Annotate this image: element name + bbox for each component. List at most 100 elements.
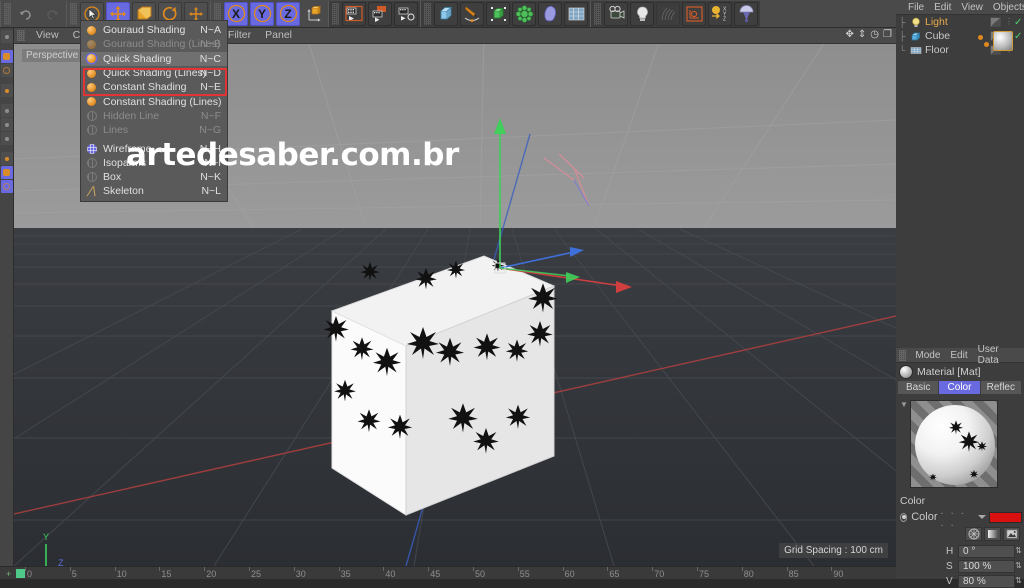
motion-system-icon[interactable] — [682, 1, 706, 26]
tool-viewport-solo-icon[interactable] — [0, 180, 13, 193]
axis-lock-y-button[interactable]: Y — [250, 1, 274, 26]
menu-item-hidden-line[interactable]: Hidden Line N~F — [81, 109, 227, 123]
gradient-icon[interactable] — [984, 527, 1001, 541]
timeline-tick-label: 10 — [116, 569, 127, 579]
color-radio-button[interactable] — [900, 512, 908, 522]
viewport-menu-view[interactable]: View — [29, 28, 66, 43]
cube-primitive-icon[interactable] — [434, 1, 458, 26]
timeline-playhead[interactable] — [16, 569, 25, 578]
object-axis-icon[interactable] — [302, 2, 326, 26]
image-icon[interactable] — [1003, 527, 1020, 541]
viewport-menu-panel[interactable]: Panel — [258, 28, 299, 43]
tool-model-mode-icon[interactable] — [0, 50, 13, 63]
toolbar-grip[interactable] — [332, 2, 339, 25]
light-icon[interactable] — [630, 1, 654, 26]
menu-item-quick-shading[interactable]: Quick Shading N~C — [81, 51, 227, 66]
tool-texture-mode-icon[interactable] — [0, 84, 13, 97]
menu-item-gouraud-shading-lines[interactable]: Gouraud Shading (Lines) N~B — [81, 37, 227, 51]
timeline-add-key-icon[interactable]: + — [6, 569, 11, 579]
stepper-icon[interactable]: ⇅ — [1015, 547, 1022, 555]
toolbar-grip[interactable] — [594, 2, 601, 25]
shaded-sphere-icon — [85, 24, 98, 37]
timeline-tick — [786, 567, 788, 571]
axis-lock-z-button[interactable]: Z — [276, 1, 300, 26]
tool-point-icon[interactable] — [0, 104, 13, 117]
tool-object-mode-icon[interactable] — [0, 64, 13, 77]
watermark-text: artedesaber.com.br — [126, 137, 459, 173]
menu-item-constant-shading[interactable]: Constant Shading N~E — [81, 80, 227, 94]
hue-input[interactable]: 0 ° — [958, 544, 1015, 558]
viewport-grip[interactable] — [17, 30, 25, 41]
material-menu-user-data[interactable]: User Data — [973, 344, 1024, 366]
material-menu-edit[interactable]: Edit — [945, 350, 972, 361]
camera-icon[interactable] — [604, 1, 628, 26]
menu-item-skeleton[interactable]: ⋀ Skeleton N~L — [81, 184, 227, 198]
grid-spacing-label: Grid Spacing : 100 cm — [779, 543, 888, 558]
object-manager[interactable]: ├ Light ⋮ ✓ ├ Cube ⋮ ✓ └ — [896, 15, 1024, 348]
hair-icon[interactable] — [656, 1, 680, 26]
timeline-ruler[interactable]: + 0 5 10 15 20 25 30 35 40 45 50 55 60 65 70 75 80 85 90 — [0, 566, 896, 579]
menu-item-lines[interactable]: Lines N~G — [81, 123, 227, 137]
timeline-tick-label: 5 — [71, 569, 77, 579]
simulate-icon[interactable] — [734, 1, 758, 26]
material-tag-thumbnail[interactable] — [993, 31, 1013, 51]
wire-sphere-icon — [85, 171, 98, 184]
tool-enable-axis-icon[interactable] — [0, 166, 13, 179]
hsv-key: H — [946, 545, 954, 557]
object-row-light[interactable]: ├ Light ⋮ ✓ — [896, 15, 1024, 29]
array-icon[interactable] — [512, 1, 536, 26]
floor-icon[interactable] — [564, 1, 588, 26]
value-input[interactable]: 80 % — [958, 574, 1015, 588]
display-dropdown-menu[interactable]: Gouraud Shading N~A Gouraud Shading (Lin… — [80, 20, 228, 202]
bend-deformer-icon[interactable] — [538, 1, 562, 26]
tool-point-mode-icon[interactable] — [0, 30, 13, 43]
toolbar-grip[interactable] — [4, 2, 11, 25]
wireframe-globe-icon — [85, 142, 98, 155]
tab-basic[interactable]: Basic — [898, 381, 939, 394]
mograph-icon[interactable]: XYZ — [708, 1, 732, 26]
visibility-toggle[interactable] — [990, 17, 1001, 27]
render-settings-icon[interactable] — [394, 1, 418, 26]
object-menu-objects[interactable]: Objects — [988, 2, 1024, 13]
menu-item-constant-shading-lines[interactable]: Constant Shading (Lines) — [81, 94, 227, 108]
material-preview[interactable] — [910, 400, 998, 488]
tool-polygon-icon[interactable] — [0, 132, 13, 145]
toolgroup-scene: XYZ — [590, 0, 760, 27]
rotate-view-icon[interactable]: ◷ — [870, 29, 879, 40]
material-grip[interactable] — [899, 349, 907, 361]
menu-item-quick-shading-lines[interactable]: Quick Shading (Lines) N~D — [81, 66, 227, 80]
scale-view-icon[interactable]: ⇕ — [858, 29, 866, 40]
tool-axis-lock-icon[interactable] — [0, 152, 13, 165]
object-menu-edit[interactable]: Edit — [929, 2, 956, 13]
color-swatch[interactable] — [988, 511, 1022, 523]
timeline-tick-label: 25 — [251, 569, 262, 579]
render-region-icon[interactable] — [368, 1, 392, 26]
timeline-tick-label: 90 — [833, 569, 844, 579]
tab-reflectance[interactable]: Reflec — [980, 381, 1021, 394]
tool-edge-icon[interactable] — [0, 118, 13, 131]
material-dot-icon — [984, 42, 989, 47]
material-menu-mode[interactable]: Mode — [910, 350, 945, 361]
spline-pen-icon[interactable] — [460, 1, 484, 26]
menu-item-gouraud-shading[interactable]: Gouraud Shading N~A — [81, 23, 227, 37]
saturation-input[interactable]: 100 % — [958, 559, 1015, 573]
redo-icon[interactable] — [40, 2, 64, 26]
nurbs-icon[interactable] — [486, 1, 510, 26]
object-menu-view[interactable]: View — [956, 2, 988, 13]
axis-z-label: Z — [284, 6, 292, 21]
timeline-tick-label: 75 — [699, 569, 710, 579]
color-wheel-icon[interactable] — [965, 527, 982, 541]
stepper-icon[interactable]: ⇅ — [1015, 562, 1022, 570]
toolbar-grip[interactable] — [70, 2, 77, 25]
tab-color[interactable]: Color — [939, 381, 980, 394]
render-view-icon[interactable] — [342, 1, 366, 26]
move-view-icon[interactable]: ✥ — [846, 29, 854, 40]
undo-icon[interactable] — [14, 2, 38, 26]
object-menu-file[interactable]: File — [903, 2, 929, 13]
toolbar-grip[interactable] — [424, 2, 431, 25]
enabled-check-icon[interactable]: ✓ — [1014, 17, 1024, 28]
preview-collapse-arrow-icon[interactable]: ▼ — [900, 400, 908, 409]
maximize-view-icon[interactable]: ❐ — [883, 29, 892, 40]
stepper-icon[interactable]: ⇅ — [1015, 577, 1022, 585]
chevron-down-icon[interactable] — [977, 515, 986, 519]
